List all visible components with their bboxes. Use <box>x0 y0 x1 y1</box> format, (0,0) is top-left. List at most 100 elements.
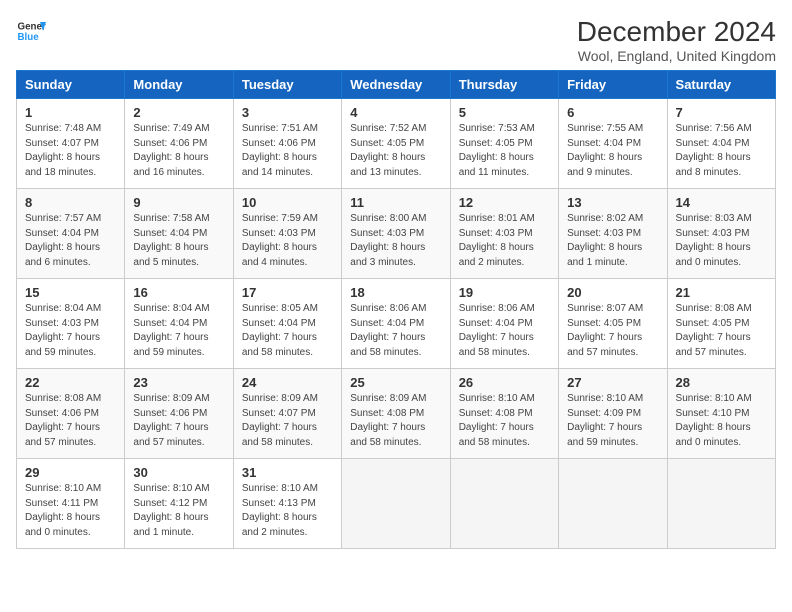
day-number: 18 <box>350 285 441 300</box>
day-info: Sunrise: 8:01 AMSunset: 4:03 PMDaylight:… <box>459 212 550 270</box>
day-number: 28 <box>676 375 767 390</box>
table-row: 4 Sunrise: 7:52 AMSunset: 4:05 PMDaylight… <box>342 99 450 189</box>
day-info: Sunrise: 7:57 AMSunset: 4:04 PMDaylight:… <box>25 212 116 270</box>
title-block: December 2024 Wool, England, United King… <box>577 16 776 64</box>
table-row: 6Sunrise: 7:55 AMSunset: 4:04 PMDaylight… <box>559 99 667 189</box>
day-number: 15 <box>25 285 116 300</box>
day-number: 27 <box>567 375 658 390</box>
table-row: 15 Sunrise: 8:04 AMSunset: 4:03 PMDayligh… <box>17 279 125 369</box>
day-info: Sunrise: 7:51 AMSunset: 4:06 PMDaylight:… <box>242 122 333 180</box>
table-row: 17 Sunrise: 8:05 AMSunset: 4:04 PMDayligh… <box>233 279 341 369</box>
day-number: 9 <box>133 195 224 210</box>
table-row: 1 Sunrise: 7:48 AMSunset: 4:07 PMDaylight… <box>17 99 125 189</box>
day-number: 25 <box>350 375 441 390</box>
logo-icon: General Blue <box>16 16 46 46</box>
day-number: 23 <box>133 375 224 390</box>
day-info: Sunrise: 7:53 AMSunset: 4:05 PMDaylight:… <box>459 122 550 180</box>
week-row-5: 29Sunrise: 8:10 AMSunset: 4:11 PMDayligh… <box>17 459 776 549</box>
day-info: Sunrise: 8:02 AMSunset: 4:03 PMDaylight:… <box>567 212 658 270</box>
table-row: 7 Sunrise: 7:56 AMSunset: 4:04 PMDaylight… <box>667 99 775 189</box>
day-info: Sunrise: 8:08 AMSunset: 4:05 PMDaylight:… <box>676 302 767 360</box>
table-row: 23Sunrise: 8:09 AMSunset: 4:06 PMDayligh… <box>125 369 233 459</box>
day-number: 31 <box>242 465 333 480</box>
main-title: December 2024 <box>577 16 776 48</box>
table-row: 21 Sunrise: 8:08 AMSunset: 4:05 PMDayligh… <box>667 279 775 369</box>
header-wednesday: Wednesday <box>342 71 450 99</box>
header-monday: Monday <box>125 71 233 99</box>
day-info: Sunrise: 8:03 AMSunset: 4:03 PMDaylight:… <box>676 212 767 270</box>
day-number: 7 <box>676 105 767 120</box>
week-row-1: 1 Sunrise: 7:48 AMSunset: 4:07 PMDaylight… <box>17 99 776 189</box>
table-row <box>667 459 775 549</box>
table-row: 12 Sunrise: 8:01 AMSunset: 4:03 PMDayligh… <box>450 189 558 279</box>
table-row: 20Sunrise: 8:07 AMSunset: 4:05 PMDayligh… <box>559 279 667 369</box>
table-row: 10Sunrise: 7:59 AMSunset: 4:03 PMDayligh… <box>233 189 341 279</box>
table-row: 30 Sunrise: 8:10 AMSunset: 4:12 PMDayligh… <box>125 459 233 549</box>
day-info: Sunrise: 8:09 AMSunset: 4:08 PMDaylight:… <box>350 392 441 450</box>
day-info: Sunrise: 8:06 AMSunset: 4:04 PMDaylight:… <box>350 302 441 360</box>
header: General Blue December 2024 Wool, England… <box>16 16 776 64</box>
day-number: 29 <box>25 465 116 480</box>
table-row: 11Sunrise: 8:00 AMSunset: 4:03 PMDayligh… <box>342 189 450 279</box>
day-number: 19 <box>459 285 550 300</box>
logo: General Blue <box>16 16 46 46</box>
day-info: Sunrise: 7:56 AMSunset: 4:04 PMDaylight:… <box>676 122 767 180</box>
table-row: 27Sunrise: 8:10 AMSunset: 4:09 PMDayligh… <box>559 369 667 459</box>
subtitle: Wool, England, United Kingdom <box>577 48 776 64</box>
svg-text:Blue: Blue <box>18 32 40 43</box>
table-row <box>450 459 558 549</box>
day-number: 1 <box>25 105 116 120</box>
day-info: Sunrise: 8:04 AMSunset: 4:03 PMDaylight:… <box>25 302 116 360</box>
day-number: 30 <box>133 465 224 480</box>
day-info: Sunrise: 8:08 AMSunset: 4:06 PMDaylight:… <box>25 392 116 450</box>
header-thursday: Thursday <box>450 71 558 99</box>
table-row: 19 Sunrise: 8:06 AMSunset: 4:04 PMDayligh… <box>450 279 558 369</box>
day-info: Sunrise: 7:58 AMSunset: 4:04 PMDaylight:… <box>133 212 224 270</box>
calendar-table: Sunday Monday Tuesday Wednesday Thursday… <box>16 70 776 549</box>
day-info: Sunrise: 8:07 AMSunset: 4:05 PMDaylight:… <box>567 302 658 360</box>
table-row: 25 Sunrise: 8:09 AMSunset: 4:08 PMDayligh… <box>342 369 450 459</box>
table-row: 31 Sunrise: 8:10 AMSunset: 4:13 PMDayligh… <box>233 459 341 549</box>
day-number: 24 <box>242 375 333 390</box>
day-number: 26 <box>459 375 550 390</box>
day-info: Sunrise: 7:59 AMSunset: 4:03 PMDaylight:… <box>242 212 333 270</box>
table-row: 2Sunrise: 7:49 AMSunset: 4:06 PMDaylight… <box>125 99 233 189</box>
day-number: 17 <box>242 285 333 300</box>
header-saturday: Saturday <box>667 71 775 99</box>
day-number: 16 <box>133 285 224 300</box>
day-info: Sunrise: 8:09 AMSunset: 4:07 PMDaylight:… <box>242 392 333 450</box>
table-row: 16 Sunrise: 8:04 AMSunset: 4:04 PMDayligh… <box>125 279 233 369</box>
day-number: 5 <box>459 105 550 120</box>
table-row: 3Sunrise: 7:51 AMSunset: 4:06 PMDaylight… <box>233 99 341 189</box>
day-number: 8 <box>25 195 116 210</box>
day-info: Sunrise: 8:06 AMSunset: 4:04 PMDaylight:… <box>459 302 550 360</box>
day-info: Sunrise: 8:10 AMSunset: 4:12 PMDaylight:… <box>133 482 224 540</box>
week-row-4: 22Sunrise: 8:08 AMSunset: 4:06 PMDayligh… <box>17 369 776 459</box>
day-number: 13 <box>567 195 658 210</box>
day-number: 12 <box>459 195 550 210</box>
day-info: Sunrise: 8:04 AMSunset: 4:04 PMDaylight:… <box>133 302 224 360</box>
table-row: 26 Sunrise: 8:10 AMSunset: 4:08 PMDayligh… <box>450 369 558 459</box>
table-row: 5 Sunrise: 7:53 AMSunset: 4:05 PMDaylight… <box>450 99 558 189</box>
day-info: Sunrise: 7:48 AMSunset: 4:07 PMDaylight:… <box>25 122 116 180</box>
table-row: 28Sunrise: 8:10 AMSunset: 4:10 PMDayligh… <box>667 369 775 459</box>
table-row: 18 Sunrise: 8:06 AMSunset: 4:04 PMDayligh… <box>342 279 450 369</box>
day-number: 11 <box>350 195 441 210</box>
day-info: Sunrise: 8:10 AMSunset: 4:13 PMDaylight:… <box>242 482 333 540</box>
day-info: Sunrise: 8:05 AMSunset: 4:04 PMDaylight:… <box>242 302 333 360</box>
day-number: 4 <box>350 105 441 120</box>
header-friday: Friday <box>559 71 667 99</box>
week-row-3: 15 Sunrise: 8:04 AMSunset: 4:03 PMDayligh… <box>17 279 776 369</box>
day-number: 2 <box>133 105 224 120</box>
table-row: 24 Sunrise: 8:09 AMSunset: 4:07 PMDayligh… <box>233 369 341 459</box>
day-number: 21 <box>676 285 767 300</box>
table-row: 8 Sunrise: 7:57 AMSunset: 4:04 PMDaylight… <box>17 189 125 279</box>
day-info: Sunrise: 7:52 AMSunset: 4:05 PMDaylight:… <box>350 122 441 180</box>
day-number: 6 <box>567 105 658 120</box>
day-info: Sunrise: 8:10 AMSunset: 4:08 PMDaylight:… <box>459 392 550 450</box>
day-number: 14 <box>676 195 767 210</box>
header-tuesday: Tuesday <box>233 71 341 99</box>
weekday-header-row: Sunday Monday Tuesday Wednesday Thursday… <box>17 71 776 99</box>
table-row <box>342 459 450 549</box>
table-row <box>559 459 667 549</box>
